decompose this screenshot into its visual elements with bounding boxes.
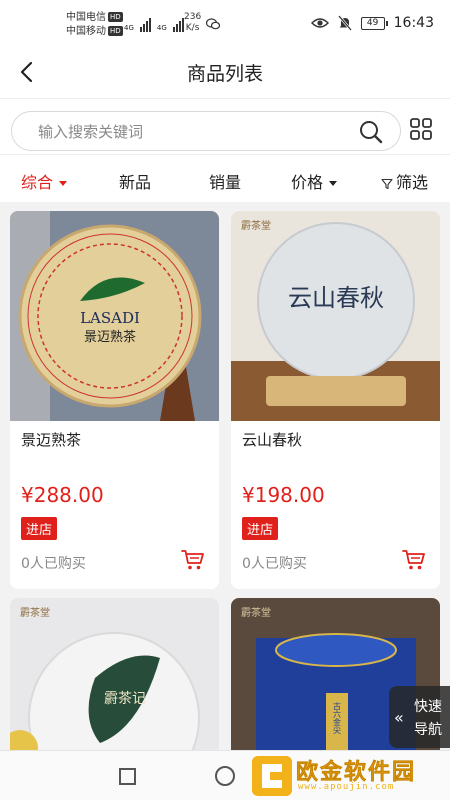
product-price: ¥288.00 <box>21 483 104 507</box>
signal-bars-1-icon <box>139 14 151 32</box>
carrier-info: 中国电信 HD 中国移动 HD <box>66 11 123 39</box>
tab-price[interactable]: 价格 <box>291 169 338 193</box>
wechat-icon <box>206 18 220 30</box>
app-header: 商品列表 <box>0 48 450 98</box>
wrapper-name-text: 景迈熟茶 <box>84 329 136 345</box>
clock: 16:43 <box>393 15 434 31</box>
search-icon[interactable] <box>358 119 384 145</box>
status-bar: 中国电信 HD 中国移动 HD 4G 4G 236 K/s 49 16:43 <box>0 0 450 48</box>
quick-nav-label-1: 快速 <box>414 699 442 715</box>
product-image: 霨茶堂 云山春秋 <box>231 211 440 421</box>
product-card[interactable]: 霨茶堂 云山春秋 云山春秋 ¥198.00 进店 0人已购买 <box>231 211 440 589</box>
grid-view-icon[interactable] <box>409 117 433 141</box>
mute-bell-icon <box>337 15 352 31</box>
caret-down-icon <box>59 181 68 186</box>
tab-new[interactable]: 新品 <box>119 169 151 193</box>
battery-icon: 49 <box>360 16 388 30</box>
product-image: 霨茶堂 霨茶记 <box>10 598 219 750</box>
brand-stamp-text: 霨茶堂 <box>20 606 50 619</box>
search-input[interactable] <box>38 120 338 144</box>
sort-filter-bar: 综合 新品 销量 价格 筛选 <box>0 154 450 202</box>
watermark-logo-icon <box>252 756 292 796</box>
hd-badge-2: HD <box>108 26 123 36</box>
tab-sales-label: 销量 <box>209 173 242 192</box>
carrier-2: 中国移动 <box>66 26 106 37</box>
watermark-url: www.apoujin.com <box>298 782 395 792</box>
product-name: 云山春秋 <box>242 431 303 449</box>
watermark: 欧金软件园 www.apoujin.com <box>252 752 444 798</box>
wrapper-name-text: 古六金尖 <box>333 701 342 735</box>
quick-nav-label-2: 导航 <box>414 722 442 738</box>
home-icon[interactable] <box>215 766 235 786</box>
page-title: 商品列表 <box>186 63 263 85</box>
quick-nav-button[interactable]: « 快速 导航 <box>389 686 450 748</box>
search-box[interactable] <box>11 111 401 151</box>
brand-stamp-text: 霨茶堂 <box>241 606 271 619</box>
product-card[interactable]: LASADI 景迈熟茶 景迈熟茶 ¥288.00 进店 0人已购买 <box>10 211 219 589</box>
cart-icon[interactable] <box>181 549 205 571</box>
wrapper-name-text: 霨茶记 <box>104 691 146 707</box>
tab-comprehensive-label: 综合 <box>21 173 54 192</box>
status-right: 49 16:43 <box>310 15 434 31</box>
wrapper-name-text: 云山春秋 <box>288 284 384 312</box>
tab-comprehensive[interactable]: 综合 <box>21 169 68 193</box>
tab-sales[interactable]: 销量 <box>209 169 241 193</box>
network-type-1: 4G <box>124 24 134 32</box>
enter-store-button[interactable]: 进店 <box>21 517 58 540</box>
product-name: 景迈熟茶 <box>21 431 82 449</box>
purchase-count: 0人已购买 <box>21 556 86 572</box>
speed-unit: K/s <box>185 23 200 33</box>
recent-apps-icon[interactable] <box>119 768 136 785</box>
eye-icon <box>310 18 329 28</box>
wrapper-brand-text: LASADI <box>80 309 140 327</box>
network-type-2: 4G <box>156 24 167 32</box>
double-chevron-left-icon: « <box>394 708 404 727</box>
product-card[interactable]: 霨茶堂 霨茶记 <box>10 598 219 750</box>
speed-value: 236 <box>184 12 202 22</box>
cart-icon[interactable] <box>402 549 426 571</box>
tab-filter-label: 筛选 <box>396 173 429 192</box>
hd-badge-1: HD <box>108 12 123 22</box>
caret-down-icon <box>329 181 338 186</box>
signal-icons: 4G 4G <box>124 14 184 32</box>
purchase-count: 0人已购买 <box>242 556 307 572</box>
brand-stamp-text: 霨茶堂 <box>241 219 271 232</box>
product-image: LASADI 景迈熟茶 <box>10 211 219 421</box>
carrier-1: 中国电信 <box>66 12 106 23</box>
search-row <box>0 98 450 154</box>
signal-bars-2-icon <box>172 14 184 32</box>
tab-filter[interactable]: 筛选 <box>381 169 428 193</box>
product-price: ¥198.00 <box>242 483 325 507</box>
tab-new-label: 新品 <box>119 173 152 192</box>
funnel-icon <box>381 178 393 189</box>
network-speed: 236 K/s <box>184 12 201 34</box>
tab-price-label: 价格 <box>291 173 324 192</box>
enter-store-button[interactable]: 进店 <box>242 517 279 540</box>
